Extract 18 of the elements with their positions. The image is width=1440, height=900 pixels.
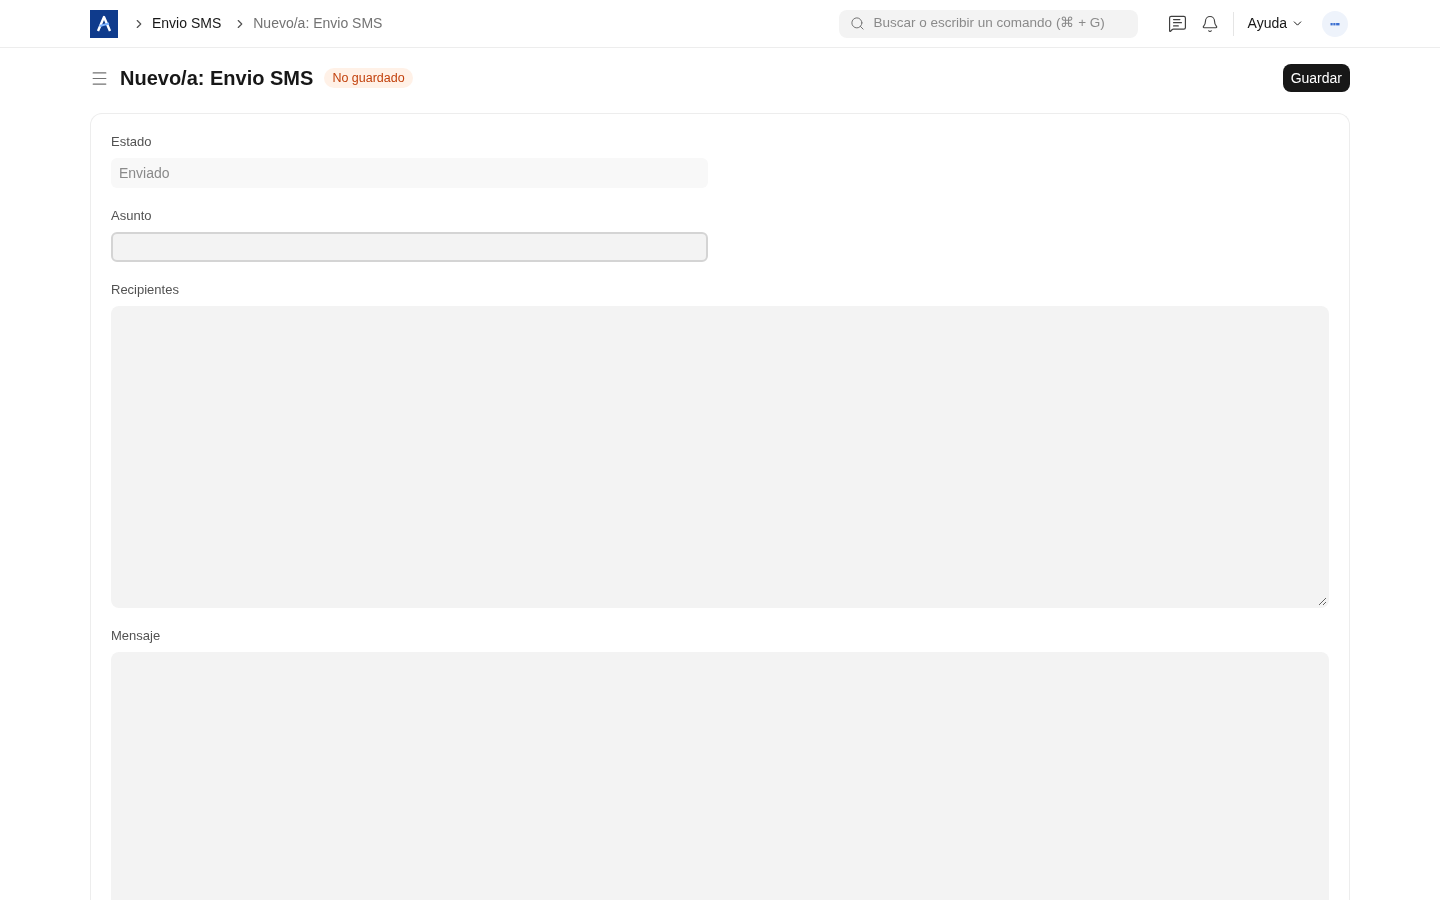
breadcrumb-link[interactable]: Nuevo/a: Envio SMS: [253, 13, 383, 34]
help-menu-button[interactable]: Ayuda: [1247, 13, 1304, 34]
search-field[interactable]: Buscar o escribir un comando (⌘ + G): [838, 9, 1138, 38]
chat-icon[interactable]: [1167, 14, 1187, 33]
read-only-field: Enviado: [111, 158, 708, 188]
search-icon: [849, 16, 865, 31]
field-label: Asunto: [111, 208, 153, 224]
save-button[interactable]: Guardar: [1282, 64, 1350, 92]
field-label: Mensaje: [111, 628, 162, 644]
field-label: Estado: [111, 134, 153, 150]
field-label: Recipientes: [111, 282, 180, 298]
breadcrumb-link[interactable]: Envio SMS: [152, 13, 222, 34]
notification-bell-icon[interactable]: [1200, 14, 1219, 33]
input-field[interactable]: [111, 232, 708, 262]
textarea-field[interactable]: [111, 306, 1329, 608]
page-title: Nuevo/a: Envio SMS: [120, 66, 314, 91]
logo-icon[interactable]: [90, 9, 118, 38]
status-badge: No guardado: [324, 68, 413, 88]
